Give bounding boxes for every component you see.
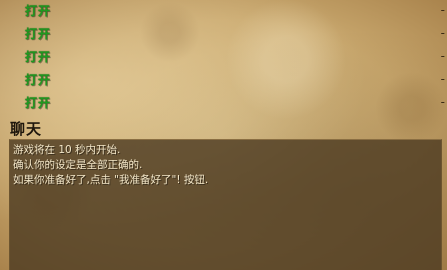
- chat-title: 聊天: [10, 120, 43, 138]
- slot-dropdown[interactable]: -: [441, 3, 445, 17]
- chat-log-panel[interactable]: 游戏将在 10 秒内开始. 确认你的设定是全部正确的. 如果你准备好了,点击 "…: [9, 139, 442, 270]
- slot-dropdown[interactable]: -: [441, 95, 445, 109]
- open-slot-button[interactable]: 打开: [25, 73, 51, 87]
- player-slot-row: 打开 -: [0, 48, 447, 66]
- player-slot-row: 打开 -: [0, 94, 447, 112]
- open-slot-button[interactable]: 打开: [25, 4, 51, 18]
- slot-dropdown[interactable]: -: [441, 26, 445, 40]
- slot-dropdown[interactable]: -: [441, 49, 445, 63]
- chat-message: 确认你的设定是全部正确的.: [13, 159, 143, 171]
- open-slot-button[interactable]: 打开: [25, 50, 51, 64]
- player-slot-row: 打开 -: [0, 2, 447, 20]
- open-slot-button[interactable]: 打开: [25, 96, 51, 110]
- open-slot-button[interactable]: 打开: [25, 27, 51, 41]
- slot-dropdown[interactable]: -: [441, 72, 445, 86]
- chat-message: 如果你准备好了,点击 "我准备好了"! 按钮.: [13, 174, 209, 186]
- chat-message: 游戏将在 10 秒内开始.: [13, 144, 121, 156]
- player-slot-row: 打开 -: [0, 71, 447, 89]
- player-slot-row: 打开 -: [0, 25, 447, 43]
